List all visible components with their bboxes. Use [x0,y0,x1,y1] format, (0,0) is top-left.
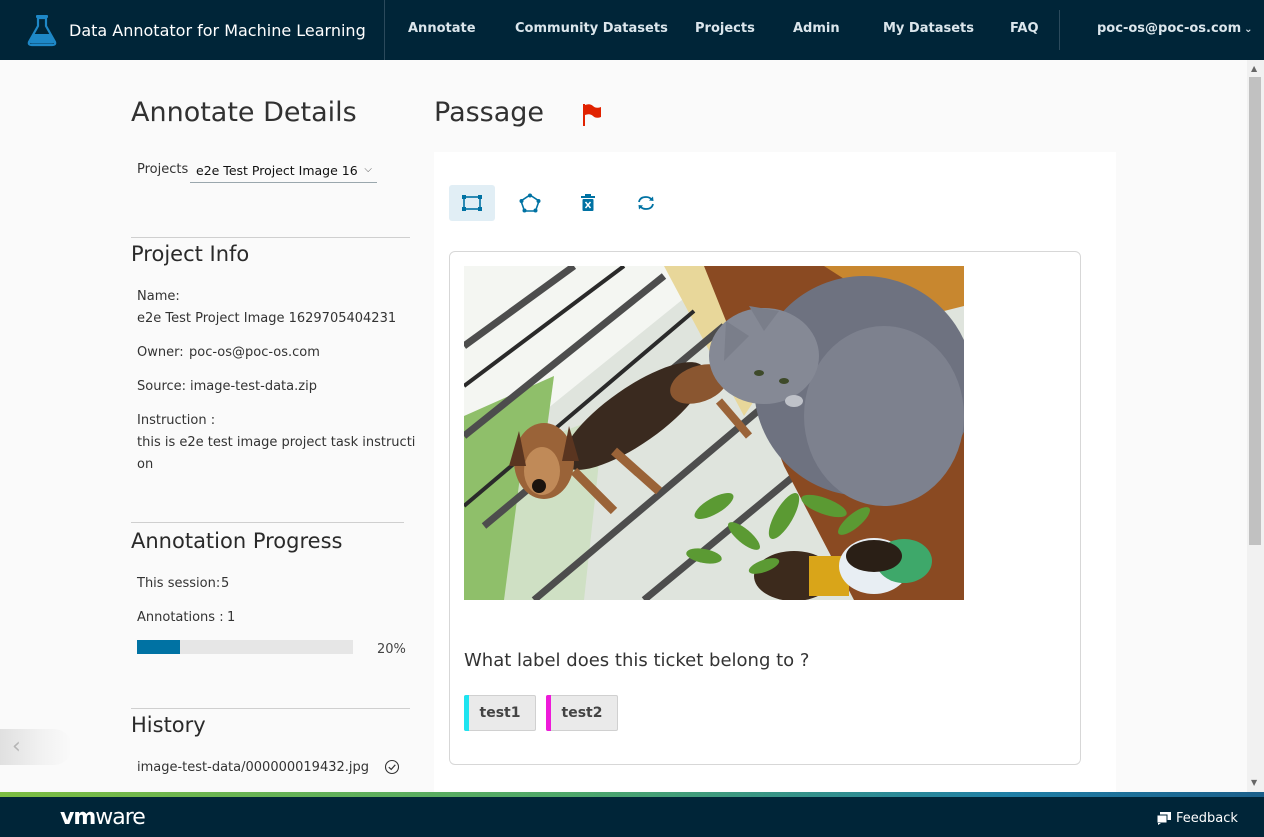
chevron-left-icon: ‹ [12,734,21,759]
label-button-test2[interactable]: test2 [546,695,618,731]
vmware-logo: vmware [60,805,146,830]
project-select[interactable]: e2e Test Project Image 1629705404231 ⌵ [190,161,377,183]
label-button-test1[interactable]: test1 [464,695,536,731]
divider [131,237,410,238]
progress-bar-fill [137,640,181,654]
brand[interactable]: Data Annotator for Machine Learning [0,0,385,60]
nav-projects[interactable]: Projects [695,21,755,36]
delete-tool-button[interactable] [565,185,611,221]
footer: vmware Feedback [0,797,1264,837]
annotations-label: Annotations : [137,610,224,625]
session-label: This session: [137,576,221,591]
projects-label: Projects [137,162,189,177]
app-title: Data Annotator for Machine Learning [69,20,366,40]
logo-vm: vm [60,805,96,830]
flag-icon[interactable] [581,103,603,127]
page-scrollbar[interactable]: ▲ ▼ [1247,60,1264,792]
flask-icon [27,15,57,47]
history-item[interactable]: image-test-data/000000019432.jpg [137,760,369,775]
name-label: Name: [137,289,180,304]
divider [131,708,410,709]
polygon-icon [519,193,541,213]
instruction-text: this is e2e test image project task inst… [137,435,416,450]
nav-divider [1059,10,1060,50]
source-value: image-test-data.zip [190,379,317,394]
divider [131,522,404,523]
project-info-title: Project Info [131,242,250,266]
progress-bar [137,640,353,654]
nav-annotate[interactable]: Annotate [408,21,476,36]
scrollbar-thumb[interactable] [1249,77,1261,545]
scroll-up-arrow-icon[interactable]: ▲ [1251,64,1257,73]
logo-ware: ware [95,805,146,830]
passage-title: Passage [434,97,545,128]
session-value: 5 [221,576,230,591]
label-text: test2 [561,705,603,721]
label-text: test1 [479,705,521,721]
instruction-label: Instruction : [137,413,216,428]
project-select-value: e2e Test Project Image 1629705404231 [196,163,358,178]
annotations-value: 1 [227,610,236,625]
reset-tool-button[interactable] [623,185,669,221]
collapse-panel-button[interactable]: ‹ [0,729,72,765]
top-navigation-bar: Data Annotator for Machine Learning Anno… [0,0,1264,60]
label-color-bar [464,695,469,731]
owner-label: Owner: [137,345,184,360]
annotation-progress-title: Annotation Progress [131,529,343,553]
chevron-down-icon: ⌄ [1244,24,1253,35]
feedback-label: Feedback [1176,811,1238,826]
user-email: poc-os@poc-os.com [1097,21,1242,36]
refresh-icon [638,196,654,210]
chevron-down-icon: ⌵ [364,164,372,175]
feedback-link[interactable]: Feedback [1157,811,1238,826]
question-text: What label does this ticket belong to ? [464,650,810,671]
nav-community-datasets[interactable]: Community Datasets [515,21,668,36]
rectangle-select-icon [462,195,482,211]
instruction-text-wrap: on [137,457,154,472]
polygon-tool-button[interactable] [507,185,553,221]
label-color-bar [546,695,551,731]
feedback-icon [1157,812,1171,825]
nav-faq[interactable]: FAQ [1010,21,1039,36]
scroll-down-arrow-icon[interactable]: ▼ [1251,778,1257,787]
source-label: Source: [137,379,187,394]
rectangle-tool-button[interactable] [449,185,495,221]
annotation-image[interactable] [464,266,964,600]
check-circle-icon [384,759,400,775]
annotate-details-title: Annotate Details [131,97,357,128]
name-value: e2e Test Project Image 1629705404231 [137,311,397,326]
history-title: History [131,713,206,737]
nav-admin[interactable]: Admin [793,21,840,36]
owner-value: poc-os@poc-os.com [189,345,320,360]
user-menu[interactable]: poc-os@poc-os.com ⌄ [1097,21,1253,36]
nav-my-datasets[interactable]: My Datasets [883,21,974,36]
trash-icon [581,194,595,211]
progress-percent: 20% [377,642,406,657]
